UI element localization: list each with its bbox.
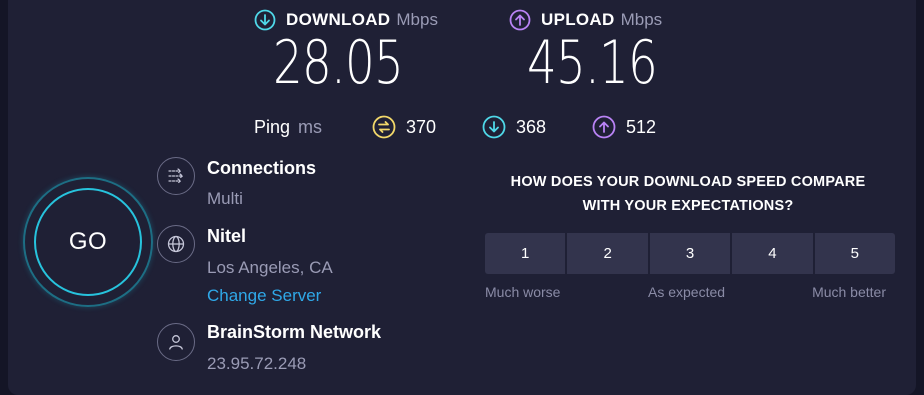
globe-icon [167, 235, 185, 253]
download-arrow-icon [482, 115, 506, 139]
download-speed-value: 28.05 [272, 28, 404, 98]
rating-button-5[interactable]: 5 [814, 233, 895, 274]
ping-download: 368 [482, 114, 546, 140]
server-name: Nitel [207, 226, 247, 246]
server-location: Los Angeles, CA [207, 258, 333, 277]
survey-question-line1: HOW DOES YOUR DOWNLOAD SPEED COMPARE [510, 174, 866, 190]
provider-icon [157, 323, 195, 361]
rating-button-2[interactable]: 2 [567, 233, 650, 274]
download-label: DOWNLOAD [286, 10, 391, 29]
speedtest-panel: DOWNLOAD Mbps 28.05 UPLOAD Mbps 45.16 Pi… [8, 0, 916, 395]
survey-question-line2: WITH YOUR EXPECTATIONS? [582, 198, 794, 214]
download-unit: Mbps [396, 10, 438, 29]
connections-value: Multi [207, 189, 243, 208]
go-button[interactable]: GO [34, 188, 142, 296]
scale-label-low: Much worse [485, 284, 561, 300]
rating-button-1[interactable]: 1 [485, 233, 568, 274]
ping-idle-value: 370 [406, 116, 437, 137]
ping-label: Ping ms [254, 114, 322, 140]
rating-button-4[interactable]: 4 [732, 233, 815, 274]
exchange-icon [372, 115, 396, 139]
upload-speed-value: 45.16 [526, 28, 658, 98]
ping-upload-value: 512 [626, 116, 657, 137]
multi-arrow-icon [168, 168, 184, 184]
scale-label-high: Much better [812, 284, 886, 300]
server-icon [157, 225, 195, 263]
provider-name: BrainStorm Network [207, 322, 382, 342]
rating-button-3[interactable]: 3 [649, 233, 733, 274]
person-icon [169, 335, 183, 350]
upload-unit: Mbps [620, 10, 663, 29]
rating-scale: 1 2 3 4 5 [485, 233, 895, 274]
scale-label-mid: As expected [648, 284, 726, 300]
upload-label: UPLOAD [541, 10, 615, 29]
ping-upload: 512 [592, 114, 656, 140]
ping-download-value: 368 [516, 116, 547, 137]
survey-question: HOW DOES YOUR DOWNLOAD SPEED COMPARE WIT… [486, 170, 890, 218]
change-server-link[interactable]: Change Server [207, 286, 321, 306]
connections-title: Connections [207, 158, 317, 178]
upload-arrow-icon [592, 115, 616, 139]
connections-icon[interactable] [157, 157, 195, 195]
ping-idle: 370 [372, 114, 436, 140]
ping-title: Ping [254, 116, 291, 137]
provider-ip: 23.95.72.248 [207, 354, 307, 373]
ping-unit: ms [298, 116, 323, 137]
